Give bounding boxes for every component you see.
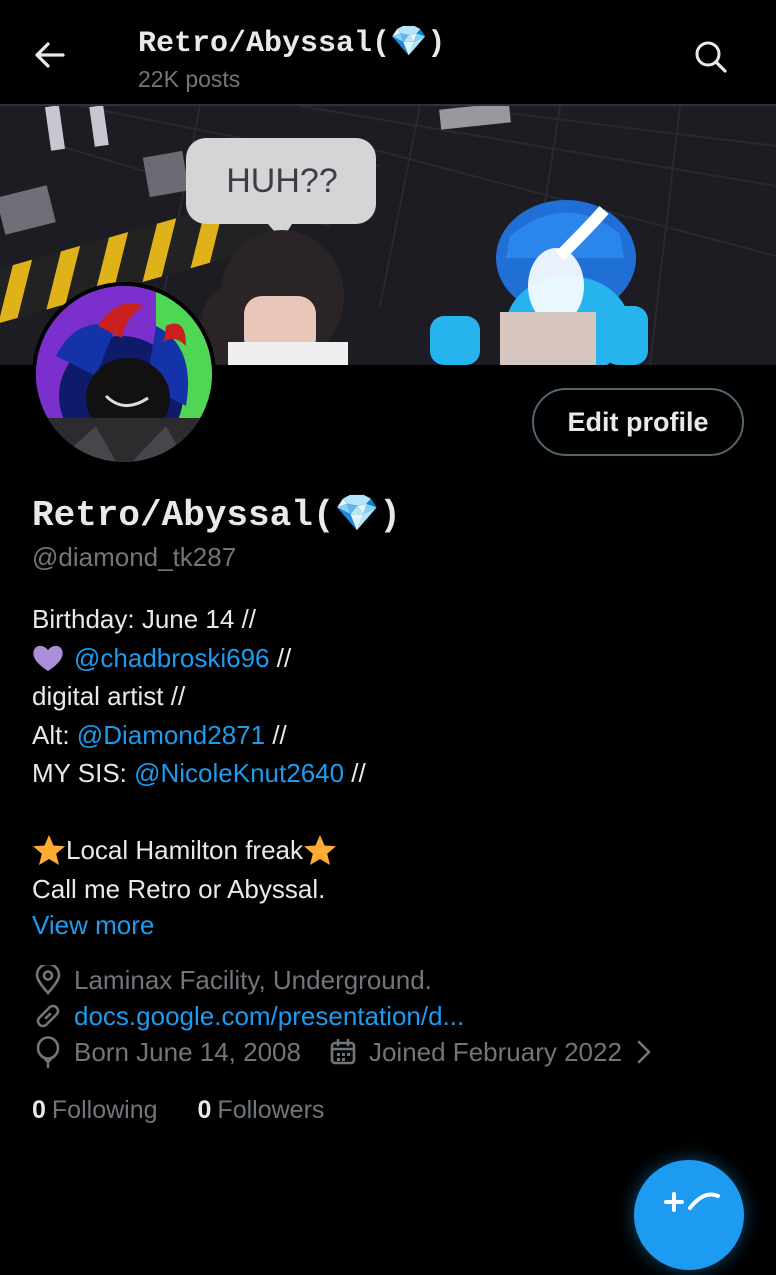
bio-line: @chadbroski696 // [32, 639, 732, 678]
compose-icon [664, 1192, 720, 1212]
followers-label: Followers [217, 1096, 325, 1124]
post-count: 22K posts [138, 66, 241, 92]
follow-stats: 0 Following 0 Followers [32, 1096, 364, 1125]
bio-text: MY SIS: [32, 758, 135, 788]
compose-button[interactable] [634, 1160, 744, 1270]
bio-blank-line [32, 793, 732, 832]
location-text: Laminax Facility, Underground. [74, 964, 432, 995]
display-name: Retro/Abyssal(💎) [32, 495, 401, 536]
bio-text: Call me Retro or Abyssal. [32, 873, 326, 904]
search-icon [695, 41, 727, 73]
followers-link[interactable]: 0 Followers [198, 1096, 325, 1125]
following-count: 0 [32, 1096, 46, 1124]
user-handle: @diamond_tk287 [32, 542, 237, 572]
bio-text: // [265, 719, 287, 750]
speech-bubble-text: HUH?? [226, 162, 337, 200]
avatar-image [36, 286, 212, 462]
born-date: Born June 14, 2008 [74, 1036, 301, 1067]
joined-date: Joined February 2022 [368, 1036, 622, 1067]
bio-line: MY SIS: @NicoleKnut2640 // [32, 754, 732, 793]
bio-text: // [344, 758, 366, 788]
view-more-link[interactable]: View more [32, 910, 154, 941]
search-button[interactable] [686, 32, 736, 82]
chevron-right-icon[interactable] [628, 1036, 660, 1068]
mention-link[interactable]: @NicoleKnut2640 [134, 754, 344, 793]
following-label: Following [51, 1096, 158, 1124]
location-pin-icon [32, 964, 64, 996]
website-link[interactable]: docs.google.com/presentation/d... [74, 1001, 464, 1032]
balloon-icon [32, 1036, 64, 1068]
bio-text: // [269, 642, 292, 673]
back-button[interactable] [24, 32, 76, 78]
bio-line: Local Hamilton freak [32, 831, 732, 870]
website-row: docs.google.com/presentation/d... [32, 1000, 464, 1032]
calendar-icon [327, 1036, 359, 1068]
arrow-left-icon [35, 42, 65, 68]
purple-heart-icon [32, 644, 64, 672]
mention-link[interactable]: @chadbroski696 [74, 639, 270, 678]
mention-link[interactable]: @Diamond2871 [77, 716, 265, 755]
bio-text: digital artist // [32, 681, 186, 711]
bio-line: Call me Retro or Abyssal. [32, 870, 732, 909]
bio-line: Alt: @Diamond2871 // [32, 716, 732, 755]
bio-line: digital artist // [32, 677, 732, 716]
star-icon [32, 834, 66, 866]
link-icon [32, 1000, 64, 1032]
following-link[interactable]: 0 Following [32, 1096, 158, 1125]
followers-count: 0 [197, 1096, 212, 1124]
avatar[interactable] [32, 282, 216, 466]
edit-profile-button[interactable]: Edit profile [532, 388, 744, 456]
bio-text: Alt: [32, 719, 77, 750]
header-title: Retro/Abyssal(💎) [138, 27, 446, 61]
bio-text: Local Hamilton freak [66, 835, 303, 865]
location-row: Laminax Facility, Underground. [32, 964, 432, 996]
bio: Birthday: June 14 // @chadbroski696 // d… [32, 600, 732, 908]
bio-line: Birthday: June 14 // [32, 600, 732, 639]
top-bar: Retro/Abyssal(💎) 22K posts [0, 0, 776, 106]
star-icon [303, 834, 337, 866]
bio-text: Birthday: June 14 // [32, 604, 257, 634]
dates-row: Born June 14, 2008 Joined February 2022 [32, 1036, 670, 1068]
